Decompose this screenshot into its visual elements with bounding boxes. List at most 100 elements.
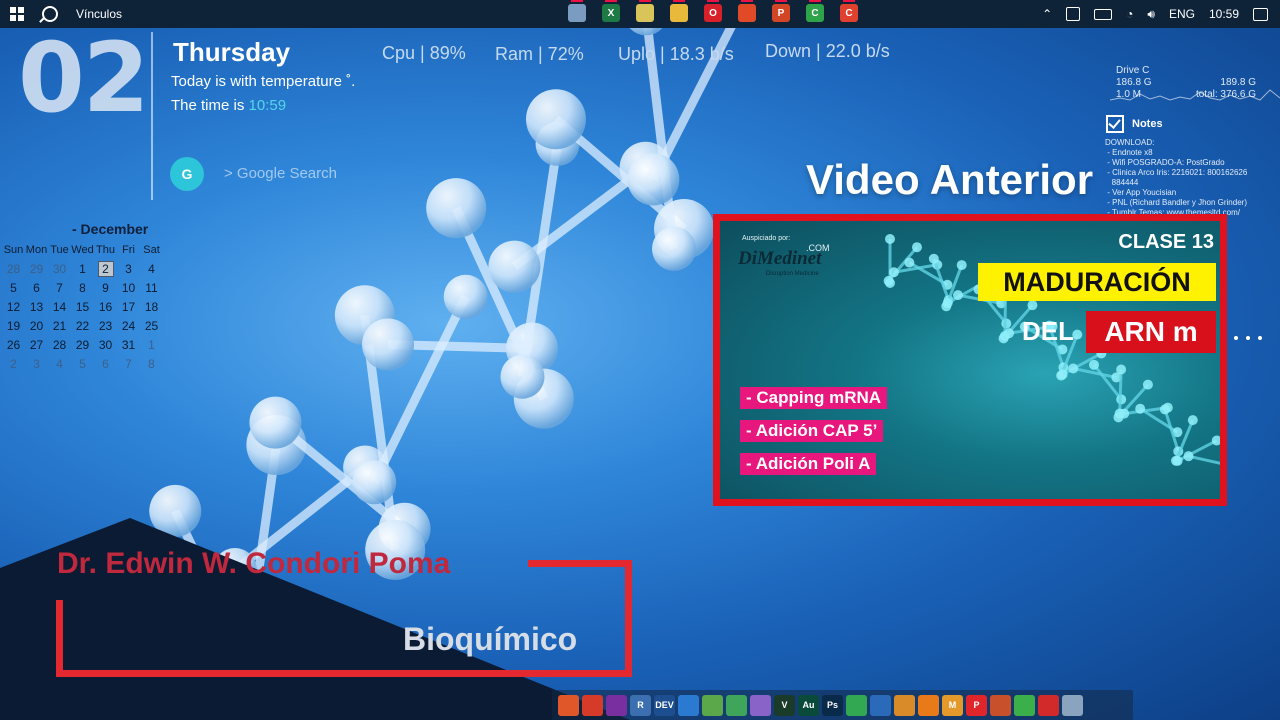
calendar-day[interactable]: 30 [94,335,117,354]
time-prefix: The time is [171,97,249,114]
calendar-day[interactable]: 26 [2,335,25,354]
dock-app-8-icon[interactable] [726,694,747,716]
calendar-day[interactable]: 7 [48,278,71,297]
battery-icon[interactable] [1094,8,1113,20]
calendar-day[interactable]: 6 [94,354,117,373]
calendar-day[interactable]: 23 [94,316,117,335]
dock-app-7-icon[interactable] [702,694,723,716]
taskbar-clock[interactable]: 10:59 [1209,7,1239,21]
calendar-day[interactable]: 21 [48,316,71,335]
calendar-weekday-header: Sun [3,243,24,256]
dock-app-20-icon[interactable] [1014,694,1035,716]
calendar-day[interactable]: 5 [71,354,94,373]
calendar-day[interactable]: 1 [71,259,94,278]
acrobat-app-icon[interactable] [738,0,756,22]
calendar-day[interactable]: 8 [140,354,163,373]
dock-app-2-icon[interactable] [582,694,603,716]
calendar-day[interactable]: 11 [140,278,163,297]
calendar-day[interactable]: 29 [25,259,48,278]
notes-app-icon[interactable] [636,0,654,22]
calendar-day[interactable]: 3 [117,259,140,278]
calendar-weekday-header: Mon [25,243,48,256]
previous-video-thumbnail[interactable]: Auspiciado por: DiMedinet .COM Disruptio… [713,214,1227,506]
calendar-day[interactable]: 13 [25,297,48,316]
calendar-weekday-header: Tue [50,243,69,256]
google-search-input[interactable]: > Google Search [224,165,337,182]
calendar-day[interactable]: 28 [48,335,71,354]
explorer-app-icon[interactable] [670,0,688,22]
calendar-day[interactable]: 29 [71,335,94,354]
dock-app-1-icon[interactable] [558,694,579,716]
notepad-app-icon[interactable] [568,0,586,22]
dock-app-13-icon[interactable] [846,694,867,716]
calendar-day[interactable]: 7 [117,354,140,373]
ram-usage: Ram | 72% [495,44,584,64]
calendar-day[interactable]: 1 [140,335,163,354]
presenter-role: Bioquímico [403,621,578,657]
dock-app-14-icon[interactable] [870,694,891,716]
google-icon[interactable]: G [170,157,204,191]
calendar-day[interactable]: 24 [117,316,140,335]
notes-title: Notes [1132,118,1163,130]
notification-icon[interactable] [1253,7,1268,21]
calendar-day[interactable]: 25 [140,316,163,335]
calendar-grid: Sun Mon Tue Wed Thu Fri Sat 28 29 30 1 2 3 4 5 6 7 8 9 10 1… [2,240,163,373]
calendar-day[interactable]: 10 [117,278,140,297]
dock-app-3-icon[interactable] [606,694,627,716]
calendar-day[interactable]: 30 [48,259,71,278]
dock-app-m-icon[interactable]: M [942,694,963,716]
dock-trash-icon[interactable] [1062,694,1083,716]
notes-pager[interactable] [1234,336,1262,340]
dock-app-21-icon[interactable] [1038,694,1059,716]
dock-app-vlc-icon[interactable] [918,694,939,716]
search-icon[interactable] [42,6,58,22]
weekday-label: Thursday [173,37,291,67]
camtasia-app-icon[interactable]: C [806,0,824,22]
calendar-day[interactable]: 3 [25,354,48,373]
calendar-day[interactable]: 22 [71,316,94,335]
calendar-day[interactable]: 5 [2,278,25,297]
calendar-day[interactable]: 19 [2,316,25,335]
calendar-day[interactable]: 8 [71,278,94,297]
calendar-day[interactable]: 18 [140,297,163,316]
bullet-capping: - Capping mRNA [740,387,888,409]
windows-start-icon[interactable] [10,7,24,21]
dock-app-dev-icon[interactable]: DEV [654,694,675,716]
dock-app-p-icon[interactable]: P [966,694,987,716]
dock-app-r-icon[interactable]: R [630,694,651,716]
dock-app-ps-icon[interactable]: Ps [822,694,843,716]
chevron-up-icon[interactable]: ⌃ [1042,7,1052,21]
dock-app-au-icon[interactable]: Au [798,694,819,716]
webcam-icon[interactable] [1066,7,1081,21]
dock-app-v-icon[interactable]: V [774,694,795,716]
calendar-day[interactable]: 28 [2,259,25,278]
calendar-day[interactable]: 9 [94,278,117,297]
calendar-day[interactable]: 31 [117,335,140,354]
calendar-day[interactable]: 2 [2,354,25,373]
taskbar: Vínculos XOPCC ⌃ ◔ 🔊︎ ENG 10:59 [0,0,1280,28]
calendar-day[interactable]: 27 [25,335,48,354]
recorder-app-icon[interactable]: C [840,0,858,22]
powerpoint-app-icon[interactable]: P [772,0,790,22]
dock-app-15-icon[interactable] [894,694,915,716]
calendar-day[interactable]: 15 [71,297,94,316]
dock-app-19-icon[interactable] [990,694,1011,716]
excel-app-icon[interactable]: X [602,0,620,22]
calendar-day[interactable]: 16 [94,297,117,316]
calendar-day[interactable]: 14 [48,297,71,316]
calendar-day[interactable]: 17 [117,297,140,316]
dock-app-vscode-icon[interactable] [678,694,699,716]
calendar-day[interactable]: 4 [140,259,163,278]
calendar-day[interactable]: 20 [25,316,48,335]
calendar-day[interactable]: 4 [48,354,71,373]
calendar-day[interactable]: 6 [25,278,48,297]
volume-icon[interactable]: 🔊︎ [1147,7,1155,22]
calendar-day[interactable]: 12 [2,297,25,316]
wifi-icon[interactable]: ◔ [1126,7,1133,21]
calendar-day[interactable]: 2 [94,259,117,278]
taskbar-search-label[interactable]: Vínculos [76,7,122,21]
language-indicator[interactable]: ENG [1169,7,1195,21]
opera-app-icon[interactable]: O [704,0,722,22]
dock-app-9-icon[interactable] [750,694,771,716]
taskbar-pinned-apps: XOPCC [568,0,858,22]
